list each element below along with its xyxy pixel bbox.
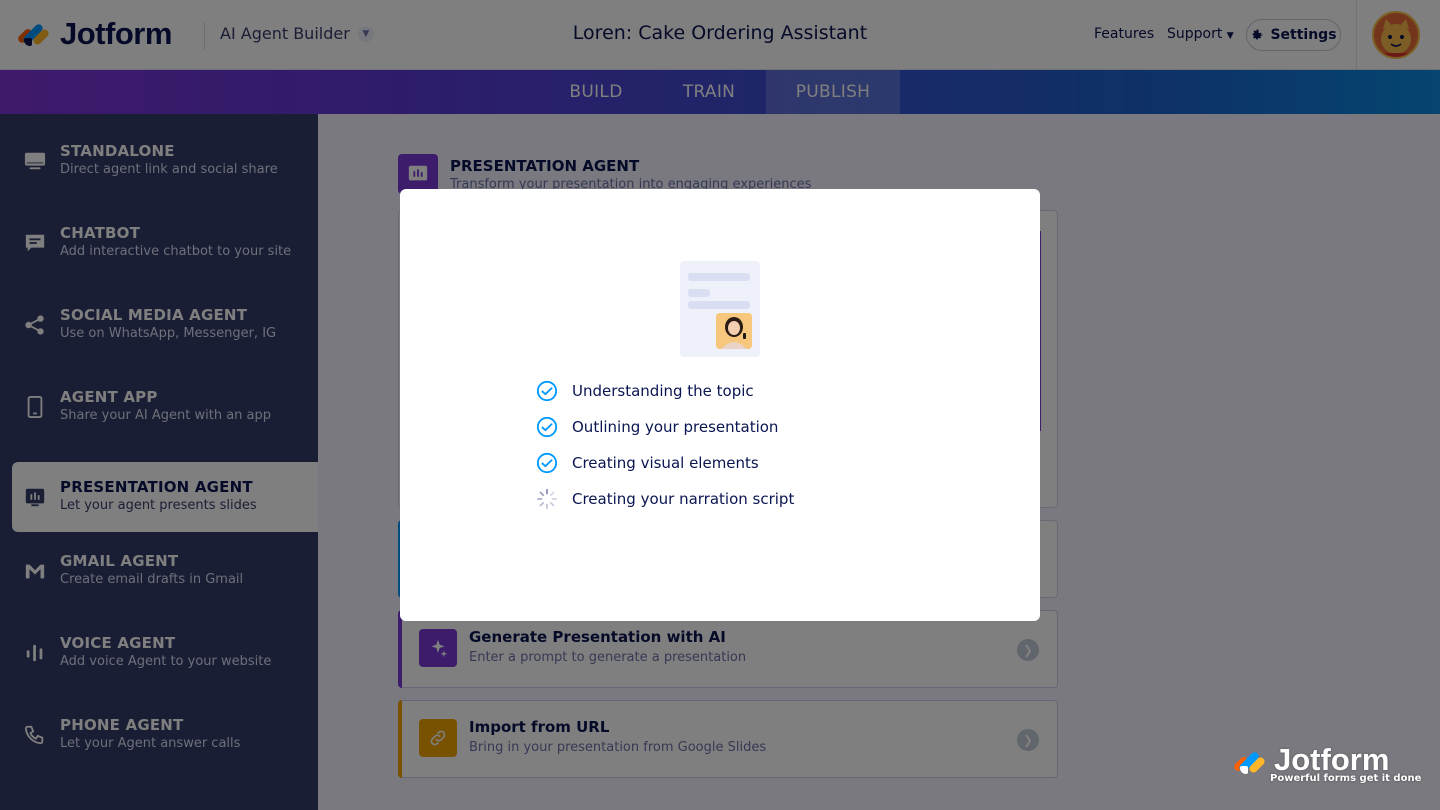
check-circle-icon [536, 380, 558, 402]
generation-progress-modal: Understanding the topic Outlining your p… [400, 189, 1040, 621]
loading-spinner-icon [536, 488, 558, 510]
check-circle-icon [536, 416, 558, 438]
check-circle-icon [536, 452, 558, 474]
watermark-tagline: Powerful forms get it done [1270, 773, 1422, 784]
progress-step: Understanding the topic [536, 373, 794, 409]
progress-step: Creating your narration script [536, 481, 794, 517]
presentation-illustration [680, 261, 760, 357]
jotform-watermark-logo-icon [1232, 746, 1267, 778]
step-label: Creating your narration script [572, 490, 795, 508]
presenter-photo [716, 313, 752, 349]
illustration-line [688, 301, 750, 309]
progress-step: Creating visual elements [536, 445, 794, 481]
progress-step: Outlining your presentation [536, 409, 794, 445]
illustration-line [688, 289, 710, 297]
step-label: Understanding the topic [572, 382, 754, 400]
illustration-line [688, 273, 750, 281]
step-label: Outlining your presentation [572, 418, 779, 436]
step-label: Creating visual elements [572, 454, 759, 472]
progress-steps: Understanding the topic Outlining your p… [536, 373, 794, 517]
